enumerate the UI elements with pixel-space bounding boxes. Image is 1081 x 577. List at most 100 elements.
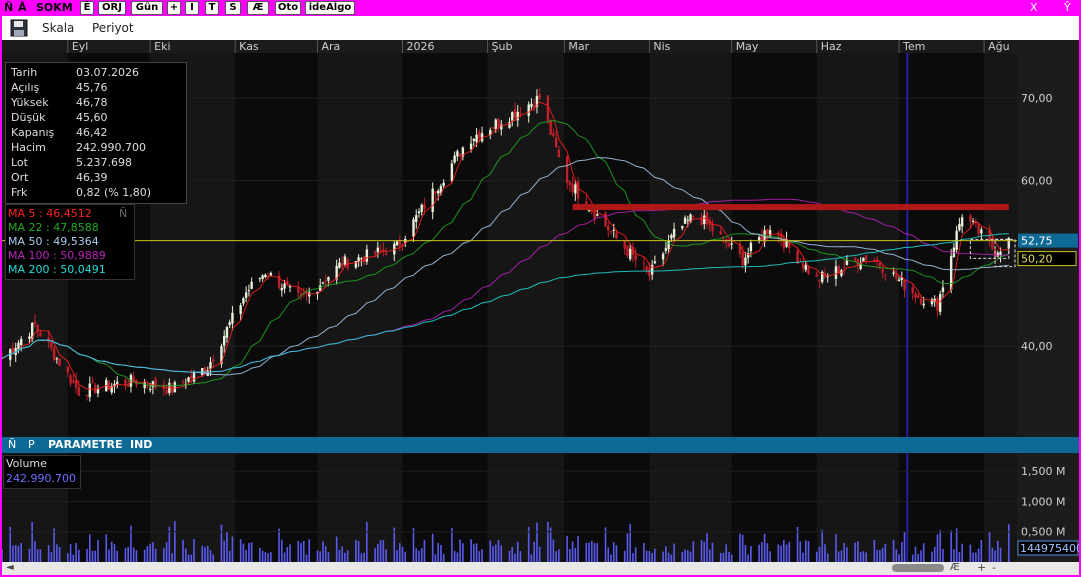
ma-legend: MA 5 : 46,4512 MA 22 : 47,8588 MA 50 : 4… (5, 204, 135, 280)
volume-bar (612, 542, 615, 562)
volume-bar (451, 528, 453, 562)
volume-bar (577, 536, 579, 562)
candle-body (842, 267, 846, 269)
candle-body (513, 109, 517, 118)
floppy-disk-icon[interactable] (10, 19, 28, 37)
indicator-n-icon[interactable]: Ñ (8, 438, 16, 451)
volume-bar (453, 550, 456, 562)
candle-body (648, 267, 651, 277)
i-button[interactable]: I (185, 1, 199, 15)
ma-200-label[interactable]: MA 200 : 50,0491 (8, 262, 106, 277)
ma-100-label[interactable]: MA 100 : 50,9889 (8, 248, 106, 263)
candle-body (228, 322, 231, 326)
info-value: 03.07.2026 (76, 66, 139, 79)
volume-bar (623, 550, 626, 562)
volume-bar (692, 541, 695, 562)
zoom-in-icon[interactable]: + (977, 561, 986, 574)
parameter-button[interactable]: PARAMETRE (48, 438, 123, 451)
scroll-ae-icon[interactable]: Æ (950, 562, 960, 573)
candle-body (244, 292, 248, 299)
volume-bar (492, 546, 494, 562)
ae-button[interactable]: Æ (247, 1, 269, 15)
indicator-p-button[interactable]: P (28, 438, 35, 451)
candle-body (491, 127, 495, 129)
volume-bar (903, 531, 906, 562)
volume-bar (146, 546, 149, 562)
month-label: Haz (821, 40, 842, 53)
month-band (899, 52, 985, 437)
candle-body (242, 298, 245, 304)
zoom-out-icon[interactable]: - (992, 561, 996, 574)
volume-bar (648, 551, 651, 562)
candle-body (126, 385, 130, 387)
candle-body (609, 231, 613, 233)
add-button[interactable]: + (167, 1, 181, 15)
volume-bar (404, 551, 407, 562)
ma-22-label[interactable]: MA 22 : 47,8588 (8, 220, 99, 235)
volume-bar (873, 540, 876, 562)
volume-bar (379, 540, 382, 562)
close-icon[interactable]: X (1030, 1, 1038, 14)
symbol-label[interactable]: SOKM (36, 1, 73, 14)
month-label: Ara (321, 40, 340, 53)
month-label: Kas (239, 40, 259, 53)
ma-5-label[interactable]: MA 5 : 46,4512 (8, 206, 92, 221)
orj-button[interactable]: ORJ (98, 1, 126, 15)
t-button[interactable]: T (205, 1, 219, 15)
volume-axis-svg: 1,500 M 1,000 M 0,500 M 144975400 (1017, 465, 1081, 556)
period-button[interactable]: Gün (131, 1, 163, 15)
ma-settings-icon[interactable]: Ñ (119, 206, 127, 221)
period-menu-item[interactable]: Periyot (92, 21, 134, 35)
volume-bar (843, 542, 845, 562)
candle-body (587, 210, 591, 212)
candle-body (593, 210, 596, 219)
s-button[interactable]: S (225, 1, 241, 15)
candle-body (146, 385, 149, 387)
angstrom-icon[interactable]: Å (18, 1, 27, 14)
volume-bar (730, 554, 733, 562)
volume-bar (2, 549, 3, 562)
oto-button[interactable]: Oto (275, 1, 301, 15)
ticker-icon[interactable]: Ñ (4, 1, 13, 14)
candle-body (815, 274, 818, 277)
volume-bar (47, 545, 50, 562)
month-band (816, 52, 900, 437)
candle-body (417, 211, 421, 214)
candle-body (936, 298, 939, 311)
ind-button[interactable]: IND (130, 438, 152, 451)
scroll-thumb[interactable] (892, 564, 944, 572)
candle-body (917, 295, 920, 298)
candle-body (766, 228, 769, 234)
volume-bar (783, 540, 785, 562)
idealgo-button[interactable]: ideAlgo (305, 1, 355, 15)
volume-bar (20, 543, 23, 562)
ma-50-label[interactable]: MA 50 : 49,5364 (8, 234, 99, 249)
month-band (317, 52, 403, 437)
volume-bar (245, 550, 247, 562)
info-key: Ort (11, 171, 29, 184)
candle-body (55, 358, 59, 360)
candle-body (190, 375, 193, 379)
candle-body (321, 282, 325, 284)
volume-bar (478, 551, 481, 562)
candle-body (645, 266, 648, 271)
volume-bar (374, 548, 376, 562)
candle-body (703, 215, 706, 225)
volume-bar (278, 528, 280, 562)
edit-button[interactable]: Ē (80, 1, 94, 15)
scale-menu-item[interactable]: Skala (42, 21, 74, 35)
volume-bar (500, 545, 503, 562)
volume-bar (366, 522, 368, 562)
candle-body (511, 112, 514, 121)
candle-body (85, 395, 89, 397)
horizontal-scrollbar[interactable]: ◄ Æ + - (2, 561, 1079, 575)
price-axis-svg: 70,00 60,00 40,00 52,75 50,20 (1017, 92, 1078, 353)
candle-body (33, 321, 37, 325)
window-menu-icon[interactable]: Ŷ (1064, 1, 1071, 14)
volume-bar (360, 553, 363, 562)
candle-body (231, 312, 234, 324)
candle-body (974, 222, 978, 224)
volume-bar (201, 545, 204, 562)
candle-body (223, 335, 226, 346)
scroll-left-arrow-icon[interactable]: ◄ (6, 562, 14, 573)
